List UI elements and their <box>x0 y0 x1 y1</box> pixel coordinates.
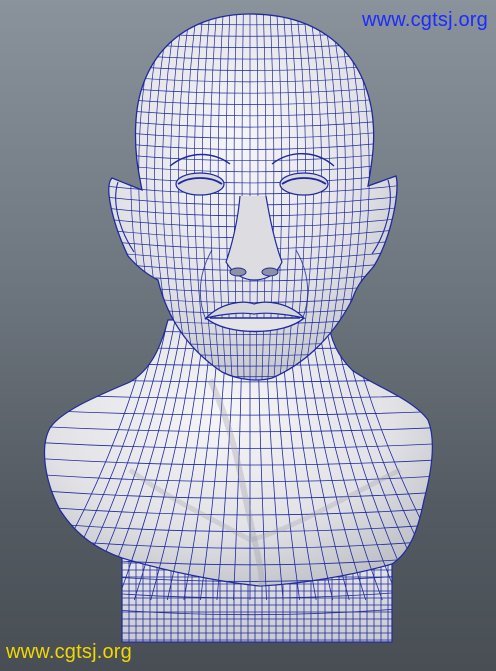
watermark-bottom: www.cgtsj.org <box>6 641 132 663</box>
3d-viewport[interactable]: www.cgtsj.org www.cgtsj.org <box>0 0 496 671</box>
head-mesh <box>108 13 398 381</box>
head-bust-model[interactable] <box>0 0 496 671</box>
watermark-top: www.cgtsj.org <box>362 9 488 31</box>
